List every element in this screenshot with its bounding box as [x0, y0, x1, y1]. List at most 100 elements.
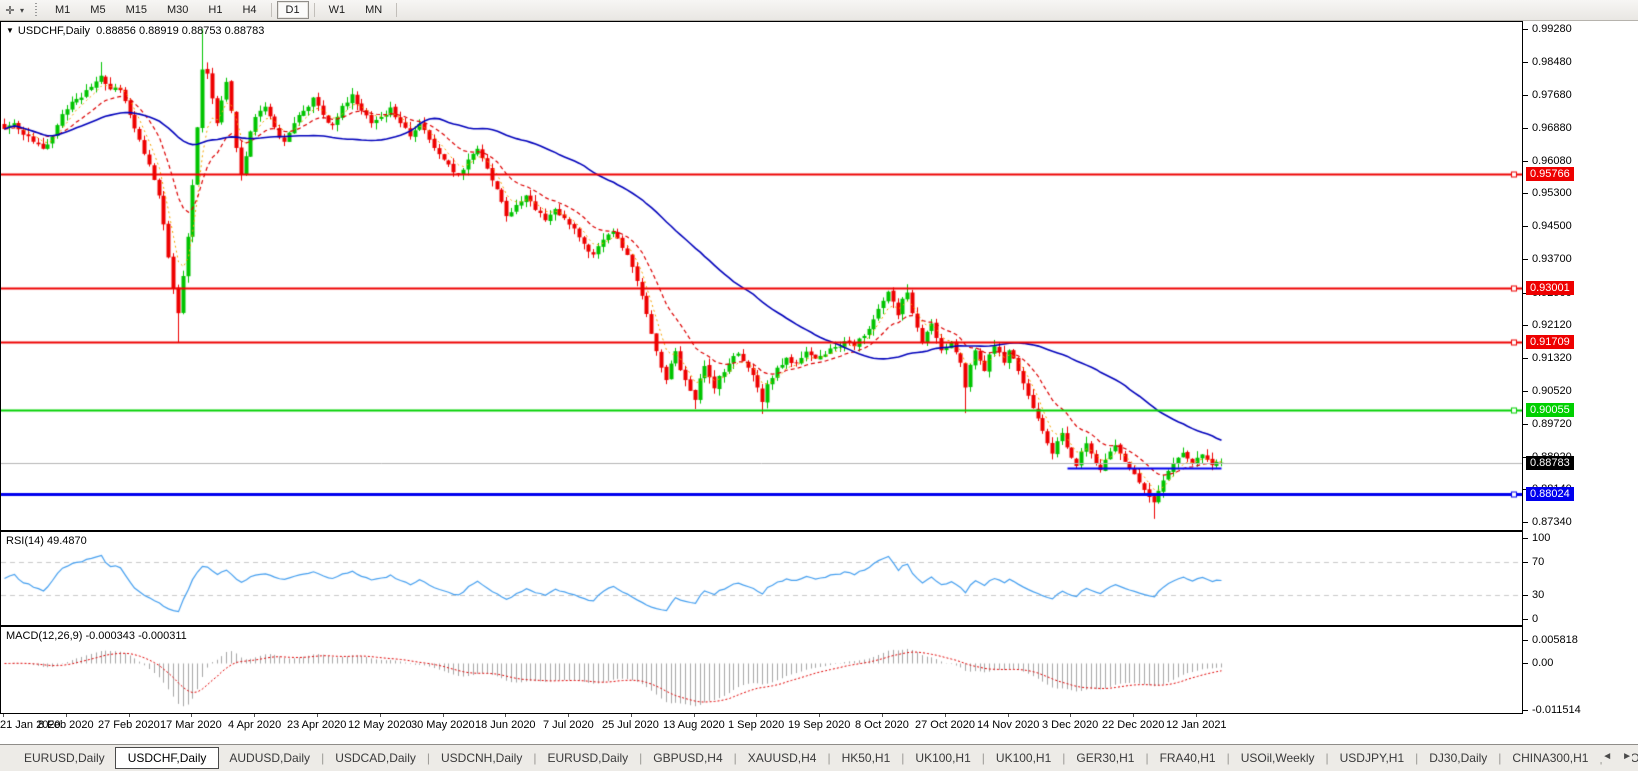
timeframe-button-h4[interactable]: H4 — [233, 1, 265, 19]
timeframe-button-d1[interactable]: D1 — [277, 1, 309, 19]
date-tick-mark — [317, 714, 318, 717]
price-tick-mark — [1523, 457, 1528, 458]
price-tick-mark — [1523, 293, 1528, 294]
price-tick-label: 0.91320 — [1532, 352, 1572, 364]
chart-tab-uk100-h1[interactable]: UK100,H1 — [905, 747, 980, 769]
chart-tab-uk100-h1[interactable]: UK100,H1 — [986, 747, 1061, 769]
date-label: 13 Aug 2020 — [663, 719, 725, 731]
chart-tab-usoil-weekly[interactable]: USOil,Weekly — [1231, 747, 1325, 769]
rsi-canvas[interactable] — [1, 532, 1522, 625]
price-tick-label: 0.95300 — [1532, 187, 1572, 199]
timeframe-button-w1[interactable]: W1 — [320, 1, 355, 19]
tabs-scroll-left-button[interactable]: ◄ — [1602, 751, 1612, 762]
chart-tab-audusd-daily[interactable]: AUDUSD,Daily — [219, 747, 320, 769]
chart-tab-usdchf-daily[interactable]: USDCHF,Daily — [115, 747, 220, 769]
date-label: 12 May 2020 — [348, 719, 412, 731]
price-tick-label: 0.98480 — [1532, 56, 1572, 68]
date-label: 8 Oct 2020 — [855, 719, 909, 731]
timeframe-button-h1[interactable]: H1 — [199, 1, 231, 19]
timeframe-buttons: M1M5M15M30H1H4 D1 W1MN — [45, 1, 401, 19]
timeframe-button-m30[interactable]: M30 — [158, 1, 197, 19]
price-tick-mark — [1523, 193, 1528, 194]
crosshair-cursor-icon[interactable]: ✛ — [0, 4, 20, 17]
symbol-dropdown-icon[interactable]: ▼ — [6, 26, 14, 35]
price-tick-mark — [1523, 424, 1528, 425]
chart-tab-dj30-daily[interactable]: DJ30,Daily — [1419, 747, 1497, 769]
date-label: 17 Mar 2020 — [160, 719, 222, 731]
price-tick-label: 0.90520 — [1532, 385, 1572, 397]
date-tick-mark — [756, 714, 757, 717]
chart-title: ▼USDCHF,Daily 0.88856 0.88919 0.88753 0.… — [6, 25, 264, 37]
macd-canvas[interactable] — [1, 627, 1522, 713]
chart-tab-gbpusd-h4[interactable]: GBPUSD,H4 — [643, 747, 732, 769]
chart-tab-eurusd-daily[interactable]: EURUSD,Daily — [537, 747, 638, 769]
date-tick-mark — [882, 714, 883, 717]
price-tick-mark — [1523, 226, 1528, 227]
tabs-scroll-right-button[interactable]: ► — [1622, 751, 1632, 762]
chart-tab-usdcnh-daily[interactable]: USDCNH,Daily — [431, 747, 532, 769]
date-tick-mark — [819, 714, 820, 717]
timeframe-button-m1[interactable]: M1 — [46, 1, 79, 19]
date-label: 1 Sep 2020 — [728, 719, 784, 731]
price-tick-mark — [1523, 358, 1528, 359]
macd-tick-mark — [1523, 663, 1528, 664]
hline-price-label: 0.90055 — [1526, 403, 1574, 417]
chart-tab-hk50-h1[interactable]: HK50,H1 — [832, 747, 901, 769]
timeframe-button-m5[interactable]: M5 — [81, 1, 114, 19]
price-tick-mark — [1523, 128, 1528, 129]
chart-tab-bar: EURUSD,DailyUSDCHF,DailyAUDUSD,Daily|USD… — [0, 744, 1638, 771]
toolbar-separator — [396, 3, 397, 17]
date-axis[interactable]: 21 Jan 20208 Feb 202027 Feb 202017 Mar 2… — [0, 714, 1638, 744]
toolbar-separator — [314, 3, 315, 17]
price-tick-mark — [1523, 522, 1528, 523]
rsi-axis-label: 0 — [1532, 613, 1538, 625]
chart-tab-china300-h1[interactable]: CHINA300,H1 — [1502, 747, 1598, 769]
hline-price-label: 0.88024 — [1526, 487, 1574, 501]
date-label: 14 Nov 2020 — [977, 719, 1039, 731]
timeframe-button-m15[interactable]: M15 — [117, 1, 156, 19]
price-tick-label: 0.99280 — [1532, 23, 1572, 35]
rsi-axis-label: 70 — [1532, 556, 1544, 568]
date-tick-mark — [568, 714, 569, 717]
price-tick-label: 0.96080 — [1532, 155, 1572, 167]
date-tick-mark — [505, 714, 506, 717]
date-tick-mark — [694, 714, 695, 717]
price-tick-mark — [1523, 489, 1528, 490]
price-tick-mark — [1523, 325, 1528, 326]
chart-tab-usdjpy-h1[interactable]: USDJPY,H1 — [1330, 747, 1414, 769]
chart-tab-ger30-h1[interactable]: GER30,H1 — [1066, 747, 1144, 769]
chart-tabs: EURUSD,DailyUSDCHF,DailyAUDUSD,Daily|USD… — [14, 747, 1638, 769]
date-tick-mark — [945, 714, 946, 717]
toolbar-separator — [271, 3, 272, 17]
date-label: 30 May 2020 — [411, 719, 475, 731]
toolbar-grip-handle[interactable] — [34, 3, 39, 17]
chart-tab-eurusd-daily[interactable]: EURUSD,Daily — [14, 747, 115, 769]
macd-axis-label: 0.005818 — [1532, 634, 1578, 646]
cursor-dropdown-icon[interactable]: ▾ — [20, 6, 24, 15]
date-tick-mark — [1070, 714, 1071, 717]
price-tick-label: 0.96880 — [1532, 122, 1572, 134]
date-tick-mark — [66, 714, 67, 717]
date-label: 22 Dec 2020 — [1102, 719, 1164, 731]
date-label: 4 Apr 2020 — [228, 719, 281, 731]
date-tick-mark — [1008, 714, 1009, 717]
price-tick-label: 0.88140 — [1532, 483, 1572, 495]
date-tick-mark — [380, 714, 381, 717]
price-tick-mark — [1523, 391, 1528, 392]
date-label: 18 Jun 2020 — [475, 719, 536, 731]
price-tick-label: 0.97680 — [1532, 89, 1572, 101]
rsi-tick-mark — [1523, 595, 1528, 596]
date-tick-mark — [1133, 714, 1134, 717]
chart-tab-usdcad-daily[interactable]: USDCAD,Daily — [325, 747, 426, 769]
date-label: 8 Feb 2020 — [38, 719, 94, 731]
chart-tab-xauusd-h4[interactable]: XAUUSD,H4 — [738, 747, 827, 769]
price-tick-mark — [1523, 259, 1528, 260]
hline-price-label: 0.93001 — [1526, 281, 1574, 295]
rsi-axis-label: 30 — [1532, 589, 1544, 601]
candlestick-canvas[interactable] — [1, 22, 1522, 530]
macd-indicator-panel: MACD(12,26,9) -0.000343 -0.000311 — [0, 626, 1523, 714]
timeframe-button-mn[interactable]: MN — [356, 1, 391, 19]
macd-tick-mark — [1523, 640, 1528, 641]
price-tick-mark — [1523, 29, 1528, 30]
chart-tab-fra40-h1[interactable]: FRA40,H1 — [1150, 747, 1226, 769]
